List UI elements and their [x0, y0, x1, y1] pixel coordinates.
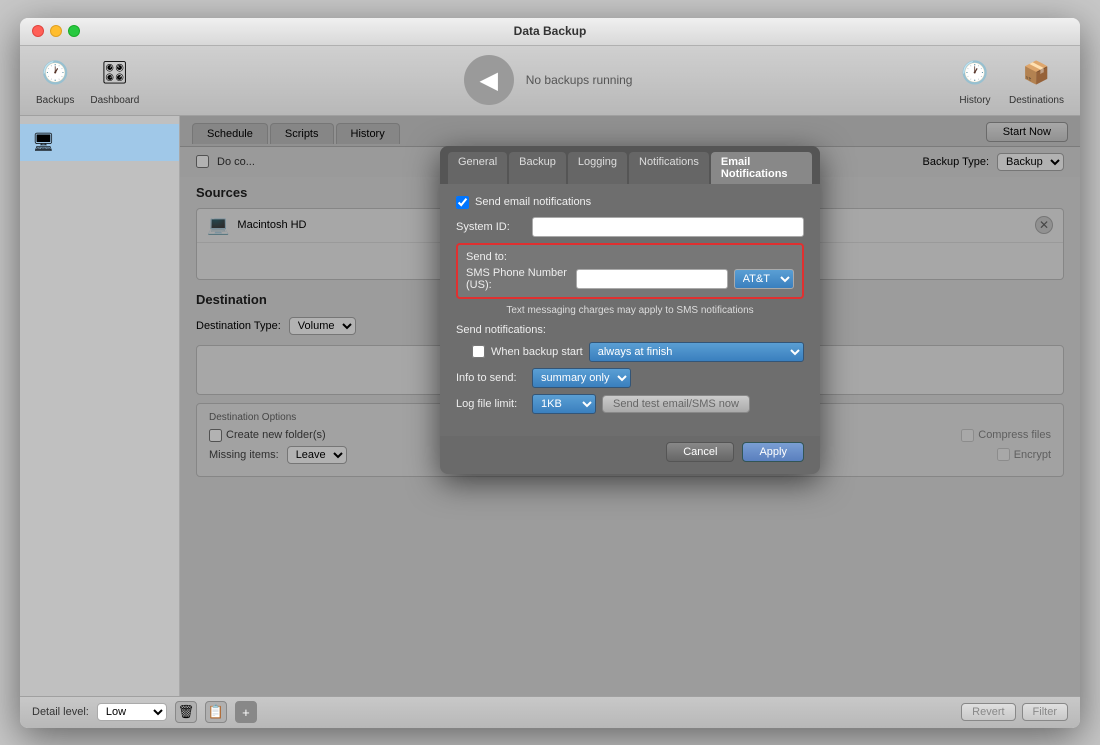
info-to-send-row: Info to send: summary only full log — [456, 368, 804, 388]
minimize-button[interactable] — [50, 25, 62, 37]
toolbar: 🕐 Backups 🎛 Dashboard ◀ No backups runni… — [20, 46, 1080, 116]
send-notifications-row: Send notifications: — [456, 324, 804, 336]
modal-overlay: General Backup Logging Notifications Ema… — [180, 116, 1080, 696]
cancel-button[interactable]: Cancel — [666, 442, 734, 462]
send-test-button[interactable]: Send test email/SMS now — [602, 395, 750, 413]
sms-carrier-select[interactable]: AT&T Verizon T-Mobile Sprint — [734, 269, 794, 289]
send-notifications-label: Send notifications: — [456, 324, 546, 336]
dashboard-icon: 🎛 — [97, 55, 133, 91]
backups-label: Backups — [36, 95, 74, 106]
dashboard-label: Dashboard — [90, 95, 139, 106]
sidebar-item-0[interactable]: 🖥 — [20, 124, 179, 161]
window-title: Data Backup — [514, 24, 587, 38]
toolbar-item-backups[interactable]: 🕐 Backups — [36, 55, 74, 106]
toolbar-item-dashboard[interactable]: 🎛 Dashboard — [90, 55, 139, 106]
modal-tab-email-notifications[interactable]: Email Notifications — [711, 152, 812, 184]
destinations-label: Destinations — [1009, 95, 1064, 106]
send-email-checkbox[interactable] — [456, 196, 469, 209]
main-content: Schedule Scripts History Start Now Do co… — [180, 116, 1080, 696]
log-file-limit-select[interactable]: 1KB 10KB 100KB — [532, 394, 596, 414]
history-icon: 🕐 — [957, 55, 993, 91]
log-file-limit-row: Log file limit: 1KB 10KB 100KB Send test… — [456, 394, 804, 414]
always-at-finish-select[interactable]: always at finish only on error — [589, 342, 804, 362]
info-to-send-label: Info to send: — [456, 372, 526, 384]
modal-tab-logging[interactable]: Logging — [568, 152, 627, 184]
toolbar-left: 🕐 Backups 🎛 Dashboard — [36, 55, 139, 106]
backups-icon: 🕐 — [37, 55, 73, 91]
modal-footer: Cancel Apply — [440, 436, 820, 474]
content-area: 🖥 Schedule Scripts History Start Now Do … — [20, 116, 1080, 696]
apply-button[interactable]: Apply — [742, 442, 804, 462]
traffic-lights — [32, 25, 80, 37]
sidebar: 🖥 — [20, 116, 180, 696]
toolbar-center: ◀ No backups running — [139, 55, 957, 105]
zoom-button[interactable] — [68, 25, 80, 37]
destinations-icon: 📦 — [1018, 55, 1054, 91]
system-id-input[interactable] — [532, 217, 804, 237]
send-to-label: Send to: — [466, 251, 794, 263]
sms-phone-input[interactable] — [576, 269, 728, 289]
bottom-actions: Revert Filter — [961, 703, 1068, 721]
log-file-limit-label: Log file limit: — [456, 398, 526, 410]
title-bar: Data Backup — [20, 18, 1080, 46]
no-backups-label: No backups running — [526, 73, 633, 87]
bottom-bar: Detail level: Low Medium High 🗑 📋 + Reve… — [20, 696, 1080, 728]
back-arrow-icon[interactable]: ◀ — [464, 55, 514, 105]
when-backup-row: When backup start always at finish only … — [456, 342, 804, 362]
sidebar-icon-0: 🖥 — [32, 132, 55, 153]
sms-row: SMS Phone Number (US): AT&T Verizon T-Mo… — [466, 267, 794, 291]
main-window: Data Backup 🕐 Backups 🎛 Dashboard ◀ No b… — [20, 18, 1080, 728]
duplicate-button[interactable]: 📋 — [205, 701, 227, 723]
toolbar-item-history[interactable]: 🕐 History — [957, 55, 993, 106]
add-button[interactable]: + — [235, 701, 257, 723]
modal-dialog: General Backup Logging Notifications Ema… — [440, 146, 820, 474]
when-backup-start-label: When backup start — [491, 346, 583, 358]
send-email-row: Send email notifications — [456, 196, 804, 209]
delete-button[interactable]: 🗑 — [175, 701, 197, 723]
info-to-send-select[interactable]: summary only full log — [532, 368, 631, 388]
sms-label: SMS Phone Number (US): — [466, 267, 570, 291]
system-id-row: System ID: — [456, 217, 804, 237]
modal-tab-notifications[interactable]: Notifications — [629, 152, 709, 184]
system-id-label: System ID: — [456, 221, 526, 233]
filter-button[interactable]: Filter — [1022, 703, 1068, 721]
modal-tab-backup[interactable]: Backup — [509, 152, 566, 184]
detail-level-select[interactable]: Low Medium High — [97, 703, 167, 721]
modal-body: Send email notifications System ID: Send… — [440, 184, 820, 436]
modal-tab-general[interactable]: General — [448, 152, 507, 184]
close-button[interactable] — [32, 25, 44, 37]
history-label: History — [959, 95, 990, 106]
toolbar-right: 🕐 History 📦 Destinations — [957, 55, 1064, 106]
modal-tabs: General Backup Logging Notifications Ema… — [440, 146, 820, 184]
send-email-label: Send email notifications — [475, 196, 591, 208]
send-to-box: Send to: SMS Phone Number (US): AT&T Ver… — [456, 243, 804, 299]
revert-button[interactable]: Revert — [961, 703, 1015, 721]
toolbar-item-destinations[interactable]: 📦 Destinations — [1009, 55, 1064, 106]
detail-level-label: Detail level: — [32, 706, 89, 718]
when-backup-start-checkbox[interactable] — [472, 345, 485, 358]
sms-note: Text messaging charges may apply to SMS … — [456, 305, 804, 316]
